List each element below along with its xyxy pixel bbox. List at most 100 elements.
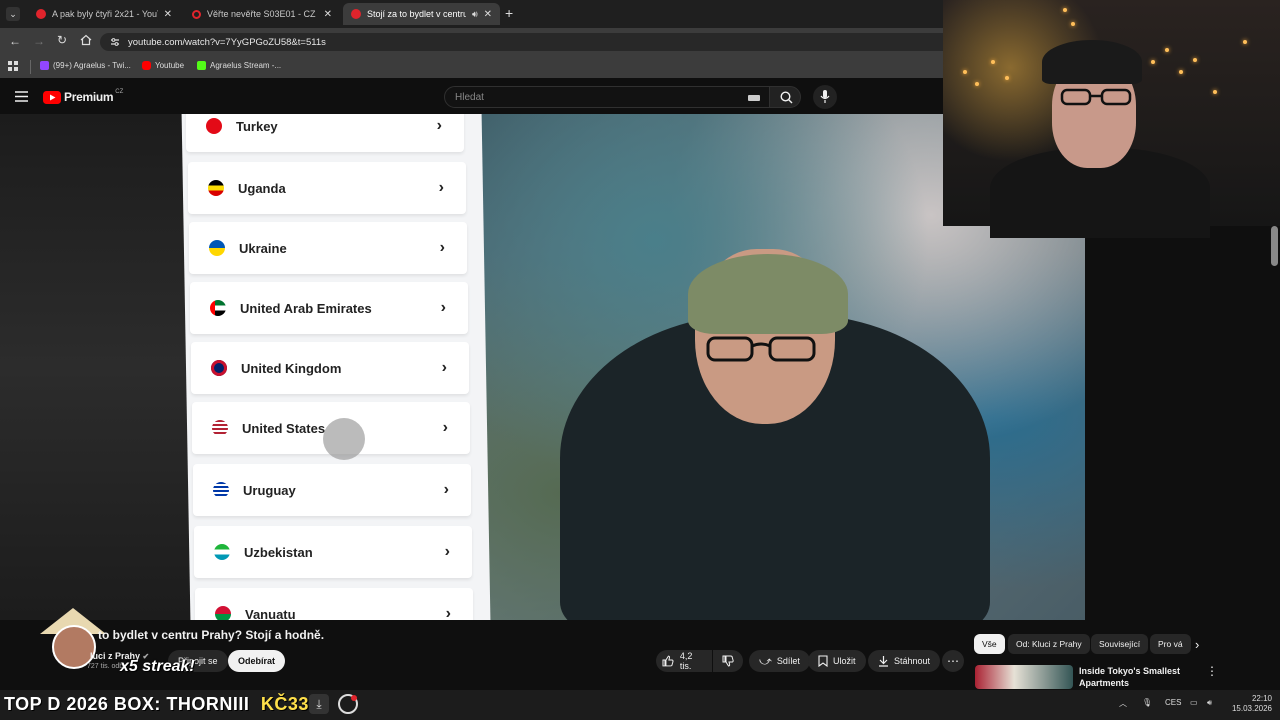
country-row: United Kingdom › [191,342,469,394]
recommendation-thumbnail[interactable] [975,665,1073,689]
streamer-cap [1042,40,1142,84]
page-scrollbar[interactable] [1271,226,1278,266]
twitch-icon [40,61,49,70]
uruguay-flag-icon [213,482,229,498]
youtube-premium-logo[interactable]: Premium CZ [43,89,123,104]
chip-from-channel[interactable]: Od: Kluci z Prahy [1008,634,1090,654]
bookmark-icon [818,655,828,667]
country-name: Ukraine [239,240,287,256]
tab-title: Stojí za to bydlet v centru P [367,9,466,19]
stream-ticker: TOP D 2026 BOX: THORNIII KČ333 [4,694,319,715]
youtube-play-icon [43,90,61,104]
system-clock[interactable]: 22:10 15.03.2026 [1228,694,1272,714]
bookmarks-bar: (99+) Agraelus - Twi... Youtube Agraelus… [0,56,943,78]
network-icon[interactable]: ▭ [1190,698,1198,707]
streamer-glasses [1060,88,1132,106]
bookmark-twitch[interactable]: (99+) Agraelus - Twi... [40,61,131,70]
country-row: Uruguay › [193,464,471,516]
tab-1[interactable]: A pak byly čtyři 2x21 - YouTube ✕ [28,3,180,25]
chevron-right-icon: › [443,481,449,498]
country-name: Turkey [236,118,278,134]
ukraine-flag-icon [209,240,225,256]
country-row: United Arab Emirates › [190,282,468,334]
voice-search-button[interactable] [813,85,837,109]
search-input[interactable]: Hledat [444,86,770,108]
close-icon[interactable]: ✕ [324,9,332,20]
menu-icon[interactable] [15,91,28,102]
country-name: United Arab Emirates [240,300,372,316]
chevron-right-icon: › [436,117,442,134]
dislike-button[interactable] [713,650,743,672]
chevron-right-icon[interactable]: › [1195,637,1199,652]
apps-grid-icon[interactable] [8,61,18,71]
tab-search-chevron-icon[interactable]: ⌄ [6,7,20,21]
thumbs-up-icon [662,655,674,667]
search-button[interactable] [769,86,801,108]
chevron-right-icon: › [441,359,447,376]
usa-flag-icon [212,420,228,436]
tab-3-active[interactable]: Stojí za to bydlet v centru P 🔊︎ ✕ [343,3,500,25]
logo-text: Premium [64,90,114,104]
chip-related[interactable]: Související [1091,634,1149,654]
save-label: Uložit [833,656,856,666]
video-player[interactable]: Turkey › Uganda › Ukraine › United Arab … [0,114,1085,620]
reload-icon[interactable]: ↻ [57,33,67,47]
streak-overlay: x5 streak! [120,658,195,675]
language-indicator[interactable]: CES [1165,698,1181,707]
tray-overflow-icon[interactable]: ︿ [1119,698,1127,709]
close-icon[interactable]: ✕ [164,9,172,20]
chip-all[interactable]: Vše [974,634,1005,654]
country-name: Uruguay [243,482,296,498]
new-tab-icon[interactable]: + [505,5,513,21]
download-icon [879,656,888,667]
presenter-glasses [706,336,818,362]
clock-time: 22:10 [1251,694,1272,703]
microphone-tray-icon[interactable]: 🎙︎ [1142,698,1152,707]
presenter-beanie [688,254,848,334]
bookmark-kick[interactable]: Agraelus Stream -... [197,61,281,70]
youtube-favicon-icon [351,9,361,19]
stream-favicon-icon [192,9,201,19]
subscribe-button[interactable]: Odebírat [228,650,286,672]
like-count: 4,2 tis. [679,651,693,671]
country-row: Turkey › [186,114,464,152]
country-name: United Kingdom [241,360,342,376]
tab-2[interactable]: Věřte nevěřte S03E01 - CZ DAB ✕ [184,3,340,25]
bookmark-label: Agraelus Stream -... [210,61,282,70]
site-info-icon[interactable] [110,37,120,47]
keyboard-icon[interactable] [748,95,760,101]
like-button[interactable]: 4,2 tis. [656,650,712,672]
bookmark-youtube[interactable]: Youtube [142,61,184,70]
more-actions-button[interactable]: ⋯ [942,650,964,672]
uganda-flag-icon [208,180,224,196]
bookmark-label: (99+) Agraelus - Twi... [53,61,131,70]
download-taskbar-icon[interactable]: ⤓ [309,694,329,714]
country-name: Vanuatu [245,606,296,621]
country-row: Vanuatu › [195,588,473,620]
close-icon[interactable]: ✕ [484,9,492,20]
microphone-icon [820,90,830,103]
url-text[interactable]: youtube.com/watch?v=7YyGPGoZU58&t=511s [128,37,326,48]
youtube-favicon-icon [36,9,46,19]
recommendation-menu-icon[interactable]: ⋮ [1206,664,1218,678]
save-button[interactable]: Uložit [808,650,866,672]
uzbekistan-flag-icon [214,544,230,560]
download-button[interactable]: Stáhnout [868,650,941,672]
home-icon[interactable] [80,34,92,46]
volume-icon[interactable]: 🔊︎ [1207,698,1212,708]
tab-title: A pak byly čtyři 2x21 - YouTube [52,9,158,19]
turkey-flag-icon [206,118,222,134]
youtube-icon [142,61,151,70]
vanuatu-flag-icon [215,606,231,620]
tab-bar: ⌄ A pak byly čtyři 2x21 - YouTube ✕ Věřt… [0,0,943,28]
uae-flag-icon [210,300,226,316]
bookmarks-divider [30,60,31,74]
chip-for-you[interactable]: Pro vá [1150,634,1191,654]
chevron-right-icon: › [442,419,448,436]
share-button[interactable]: ⤻ Sdílet [749,650,810,672]
speaker-icon[interactable]: 🔊︎ [472,9,478,20]
recommendation-title[interactable]: Inside Tokyo's Smallest Apartments [1079,665,1199,689]
forward-icon[interactable]: → [33,34,45,48]
search-icon [780,91,793,104]
back-icon[interactable]: ← [9,34,21,48]
